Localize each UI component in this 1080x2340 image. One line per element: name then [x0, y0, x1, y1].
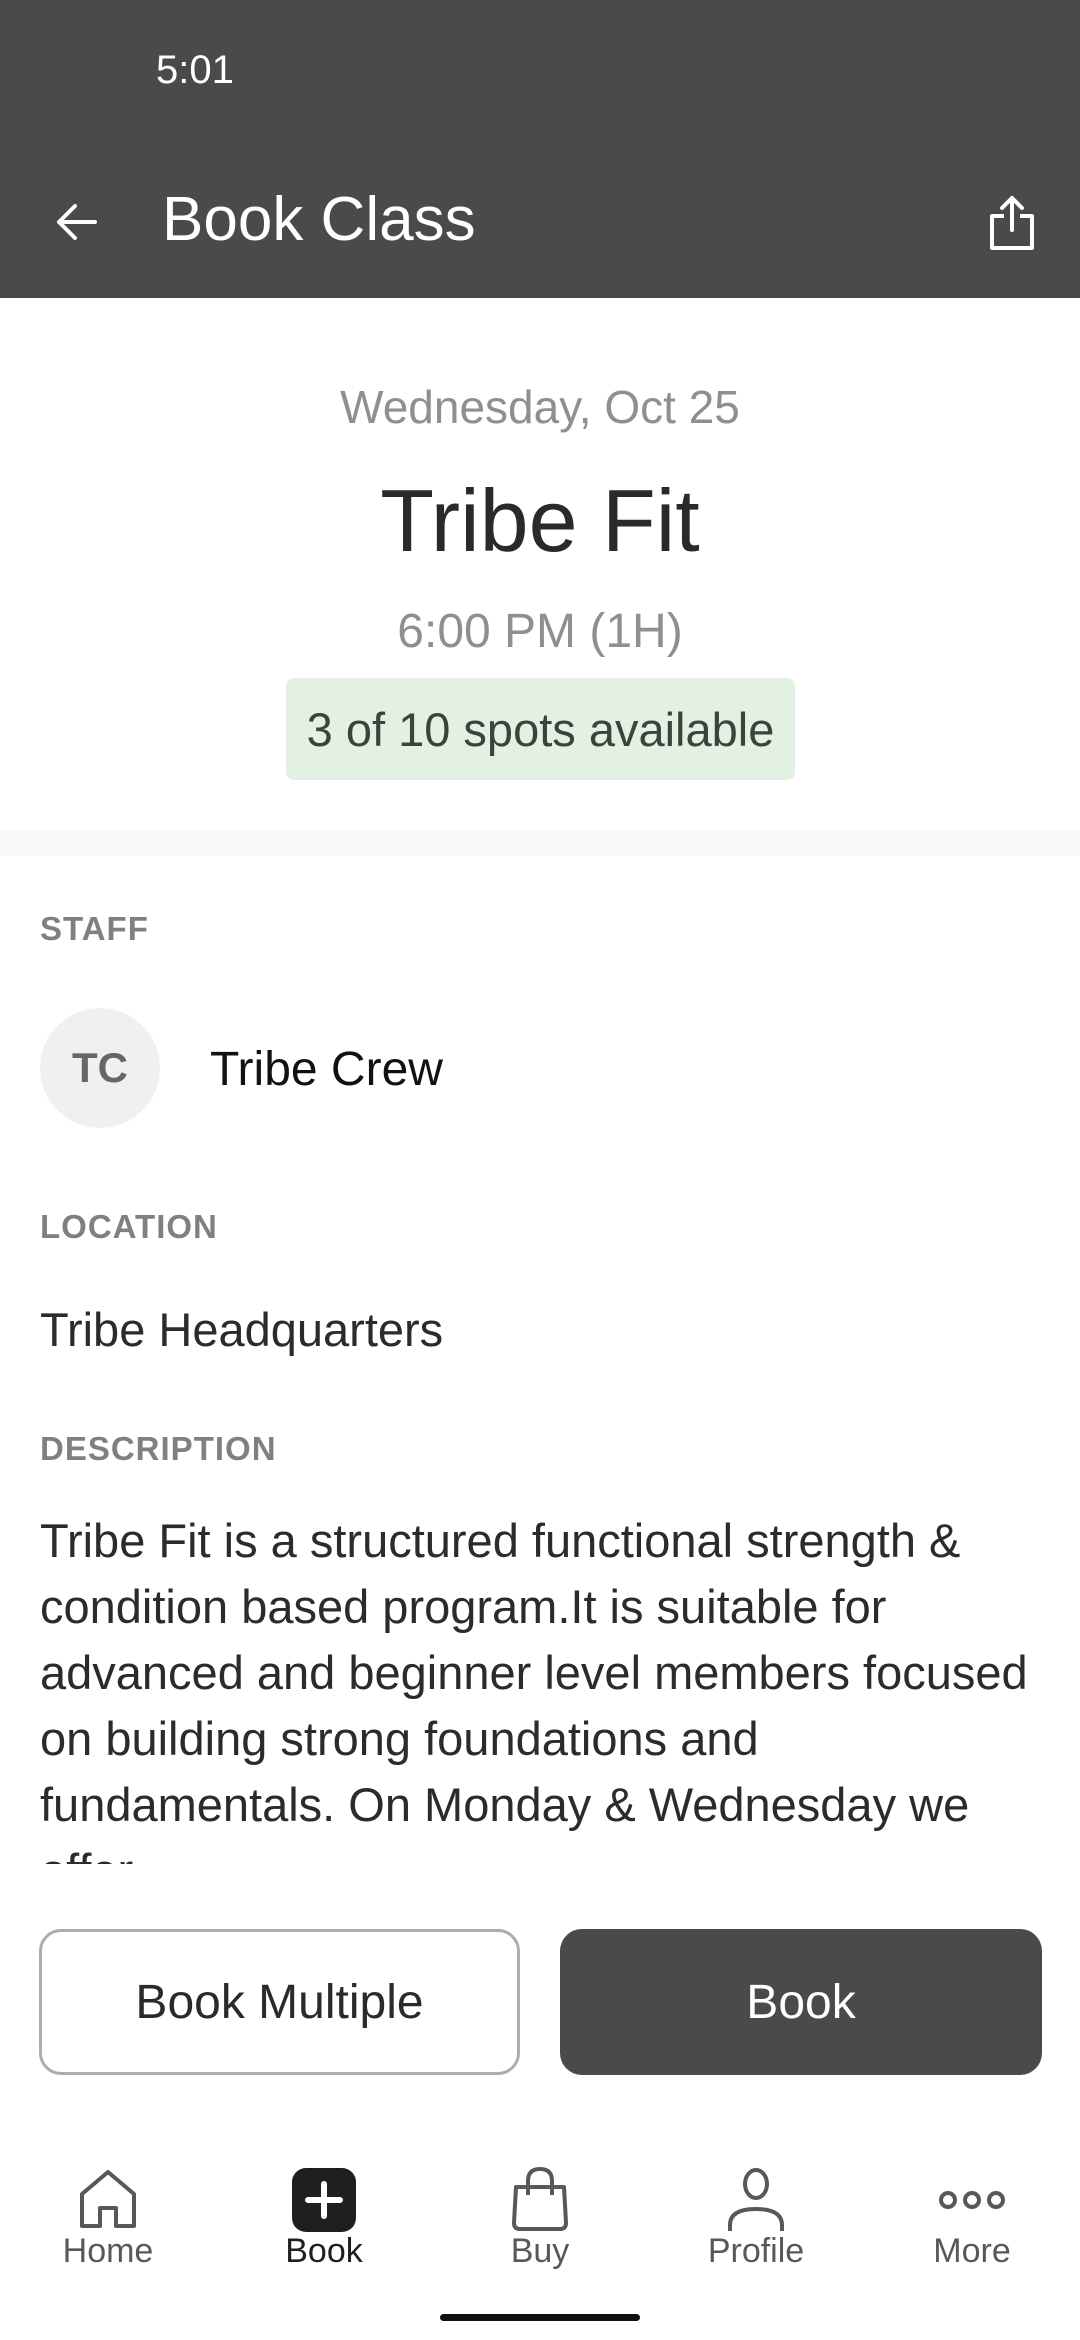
app-header: 5:01 Book Class — [0, 0, 1080, 298]
description-scroll[interactable]: Tribe Fit is a structured functional str… — [40, 1508, 1050, 1864]
nav-label: Home — [62, 2232, 154, 2270]
staff-name[interactable]: Tribe Crew — [210, 1042, 443, 1097]
book-button[interactable]: Book — [560, 1929, 1042, 2075]
book-multiple-button[interactable]: Book Multiple — [39, 1929, 520, 2075]
class-date: Wednesday, Oct 25 — [340, 381, 740, 433]
nav-item-home[interactable]: Home — [0, 2150, 216, 2290]
location-name: Tribe Headquarters — [40, 1303, 444, 1356]
person-icon — [728, 2168, 784, 2231]
nav-label: Book — [285, 2232, 363, 2270]
description-text: Tribe Fit is a structured functional str… — [40, 1514, 1028, 1864]
back-button[interactable] — [40, 186, 112, 258]
nav-label: Buy — [510, 2232, 570, 2270]
staff-label: STAFF — [40, 910, 149, 947]
shopping-bag-icon — [512, 2167, 568, 2231]
page-title: Book Class — [162, 185, 476, 254]
location-label: LOCATION — [40, 1208, 218, 1245]
share-icon — [990, 196, 1034, 250]
nav-item-profile[interactable]: Profile — [648, 2150, 864, 2290]
nav-item-more[interactable]: More — [864, 2150, 1080, 2290]
nav-item-book[interactable]: Book — [216, 2150, 432, 2290]
nav-label: Profile — [707, 2232, 805, 2270]
nav-item-buy[interactable]: Buy — [432, 2150, 648, 2290]
share-button[interactable] — [976, 184, 1048, 264]
bottom-nav: Home Book Buy Profile More — [0, 2150, 1080, 2300]
home-indicator[interactable] — [440, 2314, 640, 2321]
description-label: DESCRIPTION — [40, 1430, 277, 1467]
arrow-left-icon — [57, 204, 97, 240]
home-icon — [80, 2170, 136, 2228]
more-dots-icon — [939, 2191, 1005, 2209]
nav-label: More — [933, 2232, 1011, 2270]
section-divider — [0, 830, 1080, 856]
plus-square-icon — [292, 2168, 356, 2232]
staff-avatar: TC — [40, 1008, 160, 1128]
status-bar-time: 5:01 — [156, 48, 234, 92]
class-name: Tribe Fit — [380, 471, 700, 570]
class-time: 6:00 PM (1H) — [397, 605, 683, 658]
availability-badge: 3 of 10 spots available — [286, 678, 795, 780]
